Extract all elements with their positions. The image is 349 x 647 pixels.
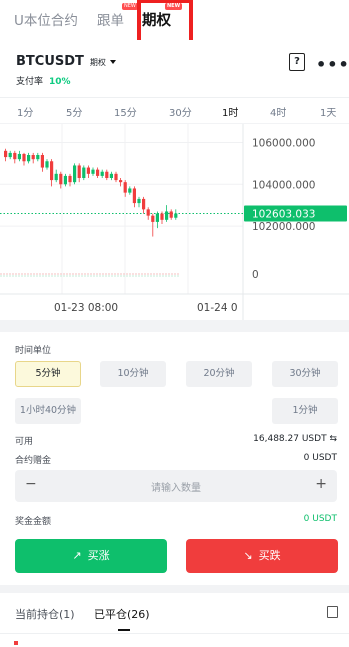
candle bbox=[100, 169, 104, 178]
time-option-5m[interactable]: 5分钟 bbox=[15, 361, 81, 387]
candle bbox=[146, 207, 150, 220]
price-tick-label: 104000.000 bbox=[252, 179, 315, 191]
bonus-value: 0 USDT bbox=[303, 514, 337, 524]
buy-down-label: 买跌 bbox=[258, 549, 281, 562]
candle bbox=[45, 159, 49, 170]
divider bbox=[0, 633, 349, 634]
volume-tick-label: 0 bbox=[252, 269, 259, 281]
candle bbox=[151, 213, 155, 237]
candle bbox=[174, 209, 178, 220]
candle bbox=[96, 167, 100, 178]
candle bbox=[114, 171, 118, 183]
candle bbox=[82, 165, 86, 181]
highlight-box bbox=[137, 0, 193, 44]
margin-value: 0 USDT bbox=[303, 453, 337, 463]
interval-30m[interactable]: 30分 bbox=[169, 104, 192, 119]
transfer-icon[interactable]: ⇆ bbox=[329, 434, 337, 444]
candle bbox=[22, 152, 26, 166]
time-unit-label: 时间单位 bbox=[15, 346, 52, 356]
quantity-stepper[interactable]: − 请输入数量 + bbox=[15, 470, 337, 502]
candle bbox=[169, 209, 173, 220]
symbol-name: BTCUSDT bbox=[16, 54, 84, 69]
interval-15m[interactable]: 15分 bbox=[114, 104, 137, 119]
candle bbox=[86, 165, 90, 178]
candle bbox=[50, 159, 54, 187]
candle bbox=[132, 186, 136, 208]
candle bbox=[40, 152, 44, 172]
candle bbox=[105, 169, 109, 181]
candle bbox=[4, 148, 8, 162]
time-tick-label: 01-23 08:00 bbox=[54, 302, 118, 314]
candle bbox=[142, 196, 146, 214]
quantity-input[interactable]: 请输入数量 bbox=[15, 479, 337, 494]
positions-panel: 当前持仓(1) 已平仓(26) bbox=[0, 593, 349, 647]
interval-1d[interactable]: 1天 bbox=[320, 104, 336, 119]
symbol-selector[interactable]: BTCUSDT 期权 bbox=[16, 54, 116, 69]
candle bbox=[91, 167, 95, 176]
buy-up-label: 买涨 bbox=[87, 549, 110, 562]
buy-up-button[interactable]: ↗ 买涨 bbox=[15, 539, 167, 573]
new-badge: NEW bbox=[122, 3, 138, 10]
bonus-label: 奖金金额 bbox=[15, 517, 52, 527]
candle bbox=[160, 211, 164, 224]
candle bbox=[77, 163, 81, 183]
price-tick-label: 106000.000 bbox=[252, 137, 315, 149]
candle bbox=[137, 196, 141, 208]
candle bbox=[165, 205, 169, 222]
candle bbox=[31, 152, 35, 164]
plus-icon[interactable]: + bbox=[315, 476, 327, 492]
direction-marker bbox=[14, 641, 18, 645]
time-option-1h40m[interactable]: 1小时40分钟 bbox=[15, 398, 81, 424]
interval-1m[interactable]: 1分 bbox=[17, 104, 33, 119]
interval-1h[interactable]: 1时 bbox=[222, 104, 238, 119]
buy-down-button[interactable]: ↘ 买跌 bbox=[186, 539, 338, 573]
interval-bar: 1分 5分 15分 30分 1时 4时 1天 bbox=[0, 97, 349, 123]
candle bbox=[119, 178, 123, 187]
history-icon[interactable] bbox=[327, 606, 338, 618]
tab-open-positions[interactable]: 当前持仓(1) bbox=[15, 606, 75, 622]
balance-row: 16,488.27 USDT ⇆ bbox=[253, 434, 337, 444]
more-icon[interactable]: ••• bbox=[316, 55, 349, 74]
interval-5m[interactable]: 5分 bbox=[66, 104, 82, 119]
time-option-1m[interactable]: 1分钟 bbox=[272, 398, 338, 424]
chevron-down-icon bbox=[109, 59, 116, 64]
symbol-tag: 期权 bbox=[89, 58, 106, 67]
interval-4h[interactable]: 4时 bbox=[270, 104, 286, 119]
price-chart[interactable]: 106000.000 104000.000 102000.000 0 102603.03… bbox=[0, 124, 349, 320]
time-option-20m[interactable]: 20分钟 bbox=[186, 361, 252, 387]
tab-closed-positions[interactable]: 已平仓(26) bbox=[94, 606, 150, 622]
candle bbox=[17, 150, 21, 162]
candle bbox=[109, 171, 113, 181]
time-option-30m[interactable]: 30分钟 bbox=[272, 361, 338, 387]
tab-copy-trading-label: 跟单 bbox=[97, 13, 124, 29]
candle bbox=[128, 186, 132, 195]
candle bbox=[73, 163, 77, 185]
rules-icon[interactable]: ? bbox=[289, 53, 305, 71]
svg-text:102603.033: 102603.033 bbox=[252, 208, 315, 220]
order-form: 时间单位 5分钟 10分钟 20分钟 30分钟 1小时40分钟 1分钟 可用 1… bbox=[0, 332, 349, 585]
time-option-10m[interactable]: 10分钟 bbox=[100, 361, 166, 387]
candle bbox=[36, 152, 40, 162]
funding-rate: 支付率 10% bbox=[16, 74, 71, 87]
active-tab-underline bbox=[118, 629, 130, 631]
candle bbox=[8, 150, 12, 160]
candle bbox=[27, 152, 31, 164]
funding-value: 10% bbox=[49, 77, 71, 87]
arrow-down-right-icon: ↘ bbox=[243, 549, 253, 562]
funding-label: 支付率 bbox=[16, 77, 44, 87]
candle bbox=[13, 150, 17, 164]
top-navigation: U本位合约 跟单 NEW 期权 NEW bbox=[0, 0, 349, 44]
current-price-tag: 102603.033 bbox=[244, 205, 347, 222]
price-tick-label: 102000.000 bbox=[252, 221, 315, 233]
tab-usdt-futures[interactable]: U本位合约 bbox=[14, 9, 78, 29]
balance-value: 16,488.27 USDT bbox=[253, 434, 327, 444]
balance-label: 可用 bbox=[15, 437, 34, 447]
arrow-up-right-icon: ↗ bbox=[72, 549, 82, 562]
margin-label: 合约赠金 bbox=[15, 456, 52, 466]
tab-copy-trading[interactable]: 跟单 NEW bbox=[97, 3, 138, 29]
candlestick-chart: 106000.000 104000.000 102000.000 0 102603.03… bbox=[0, 124, 349, 320]
candle bbox=[123, 180, 127, 197]
time-tick-label: 01-24 0 bbox=[197, 302, 238, 314]
candle bbox=[54, 169, 58, 183]
